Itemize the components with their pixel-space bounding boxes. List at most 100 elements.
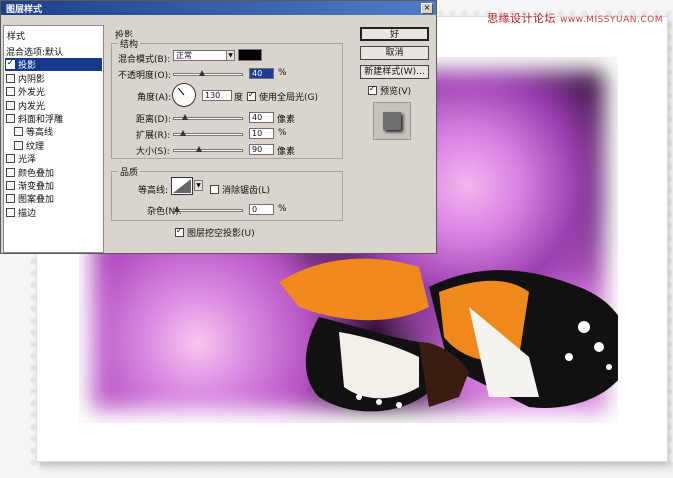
style-item[interactable]: 渐变叠加 [5, 179, 102, 192]
style-item-checkbox[interactable] [6, 87, 15, 97]
style-item[interactable]: 外发光 [5, 85, 102, 98]
style-item[interactable]: 描边 [5, 206, 102, 219]
quality-group [111, 171, 343, 221]
noise-unit: % [278, 204, 287, 214]
shadow-color-swatch[interactable] [238, 49, 262, 61]
spread-label: 扩展(R): [136, 131, 171, 141]
size-slider-thumb[interactable] [196, 146, 203, 152]
styles-header: 样式 [7, 32, 26, 42]
noise-slider[interactable] [173, 206, 243, 212]
cancel-button[interactable]: 取消 [360, 46, 429, 60]
style-item-checkbox[interactable] [6, 194, 15, 204]
butterfly-image [279, 258, 618, 412]
style-item-label: 描边 [18, 208, 37, 219]
size-slider[interactable] [173, 146, 243, 152]
spread-slider[interactable] [173, 130, 243, 136]
style-item-checkbox[interactable] [6, 167, 15, 177]
contour-curve-icon [173, 179, 191, 193]
angle-unit: 度 [234, 93, 244, 103]
preview-checkbox[interactable]: 预览(V) [368, 84, 411, 97]
antialias-label: 消除锯齿(L) [222, 186, 271, 196]
blend-mode-select[interactable]: 正常 [173, 50, 229, 61]
style-item-checkbox[interactable] [6, 114, 15, 123]
style-item[interactable]: 内阴影 [5, 72, 102, 85]
style-item-checkbox[interactable] [14, 127, 23, 137]
ok-button[interactable]: 好 [360, 27, 429, 41]
new-style-button[interactable]: 新建样式(W)... [360, 65, 429, 79]
blend-mode-label: 混合模式(B): [118, 55, 171, 65]
style-item-label: 混合选项:默认 [6, 48, 64, 58]
opacity-field[interactable]: 40 [249, 68, 274, 79]
close-icon[interactable]: × [421, 3, 433, 14]
style-item[interactable]: 图案叠加 [5, 192, 102, 205]
contour-picker[interactable] [171, 177, 193, 195]
angle-field[interactable]: 130 [202, 90, 232, 101]
watermark-url: www.MISSYUAN.COM [560, 15, 663, 25]
style-item-checkbox[interactable] [6, 207, 15, 217]
style-item[interactable]: 混合选项:默认 [5, 45, 102, 58]
preview-check[interactable] [368, 84, 377, 95]
style-item-checkbox[interactable] [6, 100, 15, 110]
layer-style-dialog: 图层样式 × 样式 混合选项:默认投影内阴影外发光内发光斜面和浮雕等高线纹理光泽… [0, 0, 437, 254]
contour-chevron-down-icon[interactable]: ▼ [194, 180, 203, 191]
distance-slider-thumb[interactable] [182, 114, 189, 120]
style-item-label: 光泽 [18, 155, 37, 166]
style-item[interactable]: 颜色叠加 [5, 166, 102, 179]
style-item-label: 内发光 [18, 101, 46, 112]
opacity-unit: % [278, 68, 287, 78]
preview-square [383, 112, 401, 130]
style-item-label: 投影 [18, 61, 37, 72]
style-item[interactable]: 斜面和浮雕 [5, 112, 102, 125]
dialog-title: 图层样式 [6, 5, 43, 15]
style-preview-swatch [373, 102, 411, 140]
watermark-brand: 思缘设计论坛 [487, 12, 557, 25]
style-item-label: 内阴影 [18, 74, 46, 85]
style-item-label: 斜面和浮雕 [18, 115, 64, 125]
style-item-label: 颜色叠加 [18, 168, 55, 179]
opacity-slider[interactable] [173, 70, 243, 76]
style-item[interactable]: 内发光 [5, 99, 102, 112]
style-item-checkbox[interactable] [6, 58, 15, 70]
angle-dial-needle [177, 87, 185, 96]
global-light-check[interactable] [247, 90, 256, 101]
knockout-checkbox[interactable]: 图层挖空投影(U) [175, 226, 255, 239]
style-item-label: 外发光 [18, 88, 46, 99]
global-light-checkbox[interactable]: 使用全局光(G) [247, 90, 318, 103]
knockout-label: 图层挖空投影(U) [187, 229, 255, 239]
distance-unit: 像素 [277, 115, 296, 125]
quality-title: 品质 [118, 165, 141, 178]
preview-label: 预览(V) [380, 87, 412, 97]
size-field[interactable]: 90 [249, 144, 274, 155]
watermark: 思缘设计论坛 www.MISSYUAN.COM [487, 10, 663, 26]
distance-label: 距离(D): [136, 115, 171, 125]
chevron-down-icon[interactable]: ▼ [226, 50, 235, 61]
size-label: 大小(S): [136, 147, 170, 157]
dialog-titlebar[interactable]: 图层样式 × [1, 1, 436, 15]
style-item[interactable]: 投影 [5, 58, 102, 72]
antialias-check[interactable] [210, 185, 219, 194]
style-item-label: 纹理 [26, 141, 45, 152]
style-item-checkbox[interactable] [6, 73, 15, 83]
style-item[interactable]: 光泽 [5, 152, 102, 165]
style-item-label: 渐变叠加 [18, 182, 55, 192]
contour-label: 等高线: [138, 186, 169, 196]
style-item-checkbox[interactable] [14, 140, 23, 150]
opacity-slider-thumb[interactable] [198, 70, 205, 76]
noise-field[interactable]: 0 [249, 204, 274, 215]
style-item[interactable]: 纹理 [13, 139, 102, 152]
distance-field[interactable]: 40 [249, 112, 274, 123]
angle-dial[interactable] [172, 83, 196, 107]
style-item-checkbox[interactable] [6, 154, 15, 164]
spread-unit: % [278, 128, 287, 138]
spread-slider-thumb[interactable] [180, 130, 187, 136]
angle-label: 角度(A): [137, 93, 172, 103]
style-item-checkbox[interactable] [6, 181, 15, 190]
spread-field[interactable]: 10 [249, 128, 274, 139]
antialias-checkbox[interactable]: 消除锯齿(L) [210, 183, 270, 196]
style-item[interactable]: 等高线 [13, 125, 102, 138]
style-item-label: 等高线 [26, 128, 54, 139]
noise-slider-thumb[interactable] [174, 206, 180, 212]
opacity-label: 不透明度(O): [118, 71, 172, 81]
distance-slider[interactable] [173, 114, 243, 120]
knockout-check[interactable] [175, 226, 184, 237]
